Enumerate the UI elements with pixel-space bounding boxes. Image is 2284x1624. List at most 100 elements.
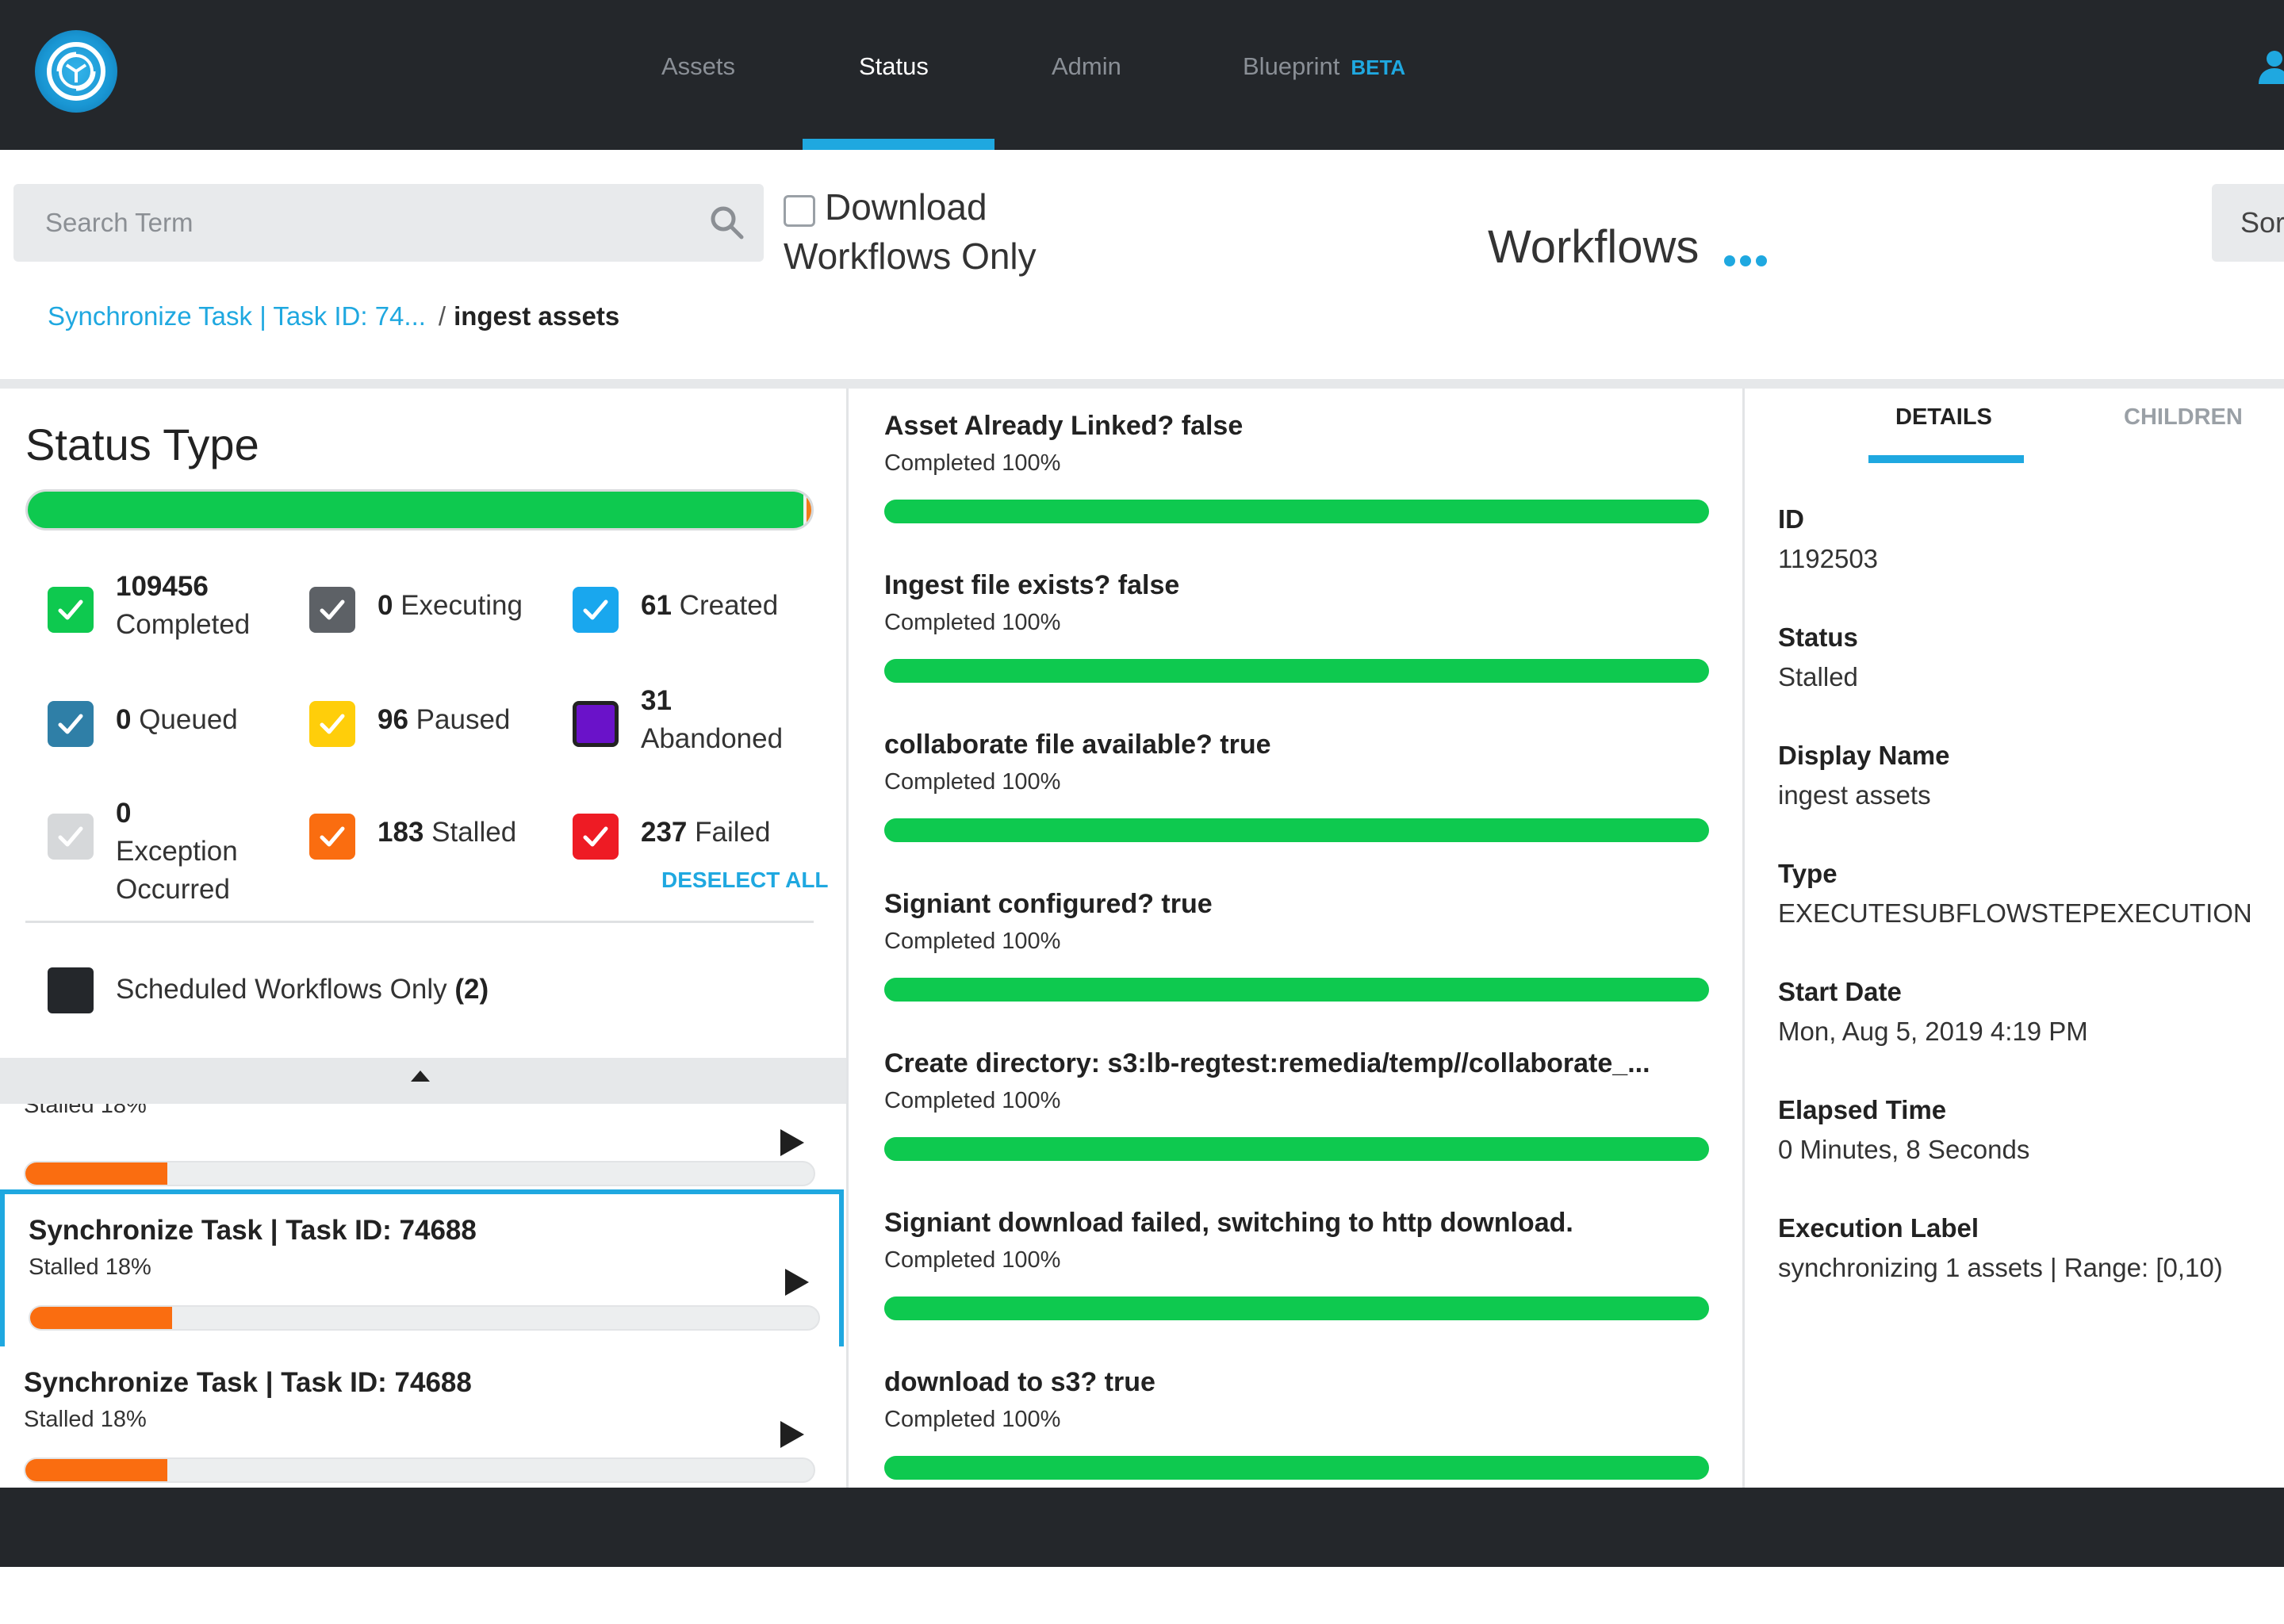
tab-children[interactable]: CHILDREN	[2124, 404, 2243, 431]
detail-field-id: ID 1192503	[1778, 504, 1878, 574]
detail-label: Execution Label	[1778, 1213, 1979, 1243]
detail-label: Elapsed Time	[1778, 1095, 1947, 1124]
play-icon[interactable]	[780, 1129, 804, 1156]
nav-tab-admin[interactable]: Admin	[1052, 52, 1121, 81]
scheduled-only-text: Scheduled Workflows Only	[116, 974, 447, 1005]
step-progress-bar	[884, 1137, 1709, 1161]
caret-up-icon	[411, 1071, 430, 1082]
status-filter-label: 183 Stalled	[377, 814, 516, 852]
status-label: Completed	[116, 609, 251, 640]
workflow-step[interactable]: Signiant configured? true Completed 100%	[884, 867, 1709, 1025]
workflow-step[interactable]: Ingest file exists? false Completed 100%	[884, 548, 1709, 707]
checkbox-checked-icon[interactable]	[309, 587, 355, 633]
overall-progress-fill	[28, 492, 804, 528]
task-row[interactable]: Stalled 18%	[0, 1093, 844, 1199]
search-input[interactable]	[13, 184, 703, 262]
workflow-steps-panel: Asset Already Linked? false Completed 100…	[851, 389, 1745, 1488]
task-progress-bar	[24, 1457, 815, 1483]
checkbox-checked-icon[interactable]	[48, 701, 94, 747]
workflow-step[interactable]: Asset Already Linked? false Completed 100…	[884, 389, 1709, 547]
task-status: Stalled 18%	[29, 1254, 151, 1280]
download-only-checkbox[interactable]	[784, 195, 815, 227]
checkbox-checked-icon[interactable]	[573, 587, 619, 633]
workflow-step[interactable]: download to s3? true Completed 100%	[884, 1345, 1709, 1488]
status-count: 0	[116, 704, 132, 735]
more-options-icon[interactable]	[1724, 255, 1772, 270]
step-progress-bar	[884, 1297, 1709, 1320]
workflow-step[interactable]: collaborate file available? true Complete…	[884, 707, 1709, 866]
checkbox-checked-icon[interactable]	[48, 587, 94, 633]
play-icon[interactable]	[780, 1421, 804, 1448]
step-status: Completed 100%	[884, 1247, 1061, 1273]
nav-tab-status[interactable]: Status	[859, 52, 929, 81]
checkbox-checked-icon[interactable]	[309, 701, 355, 747]
step-title: Create directory: s3:lb-regtest:remedia/…	[884, 1048, 1650, 1078]
step-status: Completed 100%	[884, 929, 1061, 954]
task-title: Synchronize Task | Task ID: 74688	[24, 1367, 472, 1398]
step-status: Completed 100%	[884, 1088, 1061, 1113]
beta-badge: BETA	[1351, 56, 1406, 79]
detail-field-type: Type EXECUTESUBFLOWSTEPEXECUTION	[1778, 859, 2252, 929]
tab-details[interactable]: DETAILS	[1895, 404, 1992, 431]
step-progress-bar	[884, 500, 1709, 523]
step-progress-fill	[884, 1297, 1709, 1320]
nav-tab-assets[interactable]: Assets	[661, 52, 735, 81]
search-box	[13, 184, 764, 262]
play-icon[interactable]	[785, 1269, 809, 1296]
detail-label: Display Name	[1778, 741, 1950, 770]
search-icon[interactable]	[709, 205, 745, 241]
status-label: Exception Occurred	[116, 836, 238, 905]
step-title: Asset Already Linked? false	[884, 411, 1244, 441]
detail-field-execution-label: Execution Label synchronizing 1 assets | …	[1778, 1213, 2223, 1283]
overall-progress-bar	[25, 489, 814, 530]
detail-label: Type	[1778, 859, 1838, 888]
checkbox-icon[interactable]	[573, 701, 619, 747]
task-status: Stalled 18%	[24, 1407, 147, 1432]
deselect-all-button[interactable]: DESELECT ALL	[661, 868, 829, 893]
detail-field-elapsed-time: Elapsed Time 0 Minutes, 8 Seconds	[1778, 1095, 2029, 1165]
detail-field-status: Status Stalled	[1778, 622, 1858, 692]
status-label: Paused	[416, 704, 511, 735]
checkbox-checked-icon[interactable]	[48, 814, 94, 860]
divider	[0, 379, 2284, 389]
overall-progress-tip	[807, 492, 811, 528]
detail-label: Status	[1778, 622, 1858, 652]
step-progress-bar	[884, 818, 1709, 842]
breadcrumb: Synchronize Task | Task ID: 74... / ingest…	[48, 301, 619, 331]
workflow-step[interactable]: Create directory: s3:lb-regtest:remedia/…	[884, 1026, 1709, 1185]
workflow-step[interactable]: Signiant download failed, switching to h…	[884, 1185, 1709, 1344]
step-progress-fill	[884, 659, 1709, 683]
scheduled-only-label: Scheduled Workflows Only (2)	[116, 974, 489, 1005]
step-status: Completed 100%	[884, 450, 1061, 476]
top-nav: Assets Status Admin Blueprint BETA	[0, 0, 2284, 150]
scheduled-only-checkbox[interactable]	[48, 967, 94, 1013]
status-label: Queued	[139, 704, 238, 735]
breadcrumb-separator: /	[438, 301, 446, 331]
detail-value: ingest assets	[1778, 780, 1931, 810]
sort-button[interactable]: Sor	[2212, 184, 2284, 262]
detail-value: 0 Minutes, 8 Seconds	[1778, 1135, 2030, 1164]
scheduled-count: (2)	[454, 974, 489, 1005]
status-count: 0	[116, 798, 132, 829]
status-filter-label: 237 Failed	[641, 814, 770, 852]
footer	[0, 1488, 2284, 1567]
task-row[interactable]: Synchronize Task | Task ID: 74688 Stalled…	[0, 1346, 844, 1488]
globe-sync-icon[interactable]	[35, 30, 117, 113]
step-title: download to s3? true	[884, 1367, 1155, 1397]
status-count: 31	[641, 685, 672, 716]
checkbox-checked-icon[interactable]	[573, 814, 619, 860]
task-row[interactable]: Synchronize Task | Task ID: 74688 Stalled…	[0, 1189, 844, 1356]
checkbox-checked-icon[interactable]	[309, 814, 355, 860]
nav-tab-blueprint[interactable]: Blueprint BETA	[1243, 52, 1405, 81]
step-progress-fill	[884, 500, 1709, 523]
task-progress-bar	[29, 1305, 820, 1331]
task-progress-fill	[30, 1307, 172, 1329]
collapse-bar[interactable]	[0, 1058, 846, 1104]
user-icon[interactable]	[2257, 49, 2284, 84]
breadcrumb-link[interactable]: Synchronize Task | Task ID: 74...	[48, 301, 426, 331]
download-only-label: Download Workflows Only	[784, 186, 1037, 277]
detail-label: Start Date	[1778, 977, 1902, 1006]
status-filter-label: 31 Abandoned	[641, 682, 799, 758]
status-label: Abandoned	[641, 723, 784, 754]
page-bottom	[0, 1567, 2284, 1624]
